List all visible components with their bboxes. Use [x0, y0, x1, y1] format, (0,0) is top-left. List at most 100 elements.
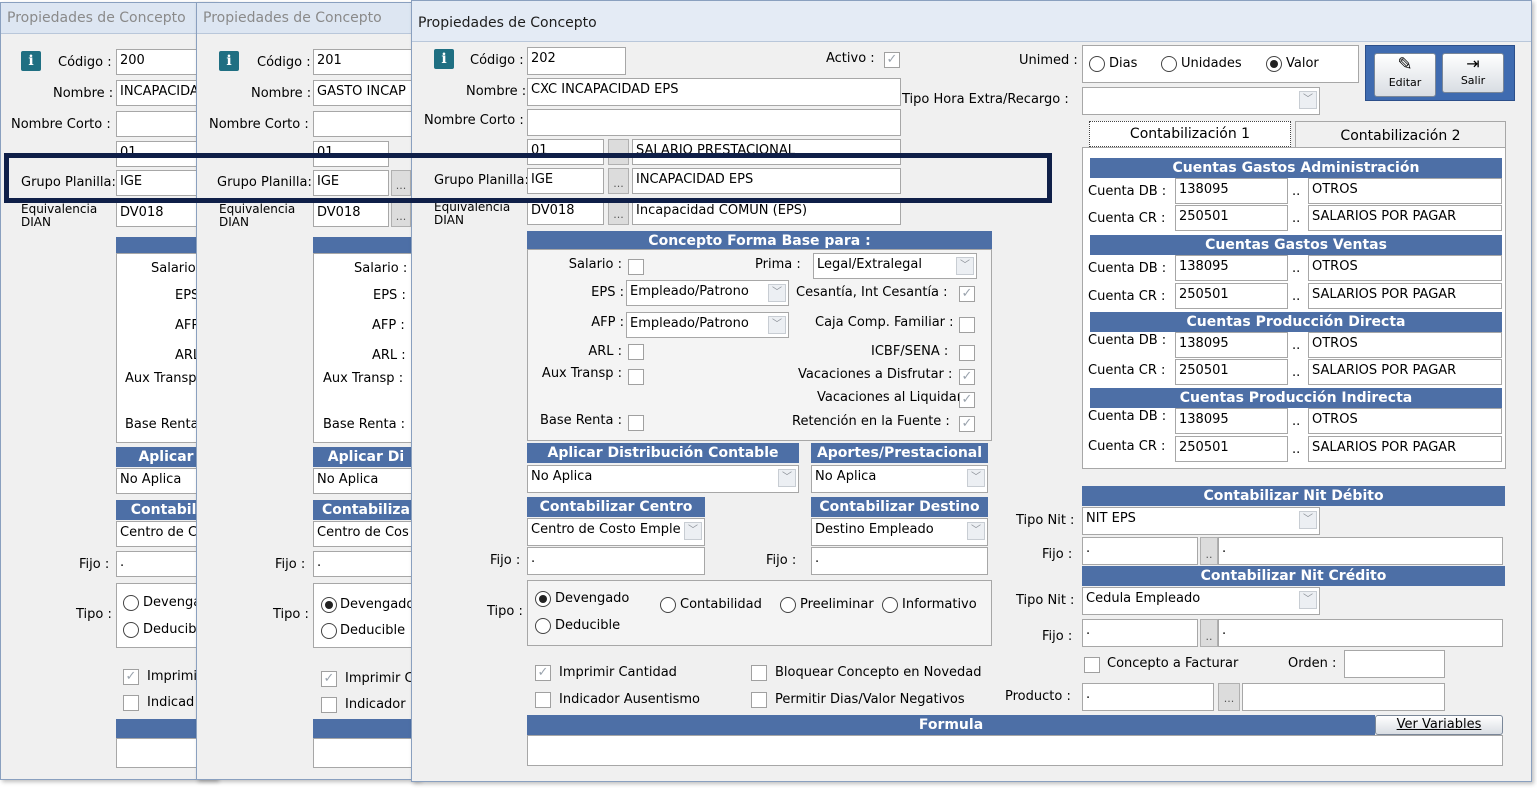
chevron-down-icon[interactable]: ﹀ — [768, 284, 786, 302]
producto-field[interactable]: . — [1082, 683, 1214, 711]
cuenta-db-lookup[interactable]: .. — [1292, 414, 1300, 429]
fijo-field[interactable]: . — [313, 551, 419, 577]
orden-field[interactable] — [1344, 650, 1445, 678]
chevron-down-icon[interactable]: ﹀ — [956, 257, 974, 275]
chevron-down-icon[interactable]: ﹀ — [1299, 511, 1317, 529]
tipo-informativo-radio[interactable] — [882, 597, 898, 613]
nit-debito-fijo-field[interactable]: . — [1082, 537, 1198, 565]
nombre-corto-field[interactable] — [527, 109, 901, 136]
cuenta-db-field[interactable]: 138095 — [1175, 332, 1288, 358]
unimed-unidades-radio[interactable] — [1161, 56, 1177, 72]
aux-transp-checkbox[interactable] — [628, 369, 644, 385]
info-icon[interactable]: i — [21, 51, 41, 71]
equivalencia-field[interactable]: DV018 — [313, 201, 389, 227]
afp-select[interactable]: Empleado/Patrono ﹀ — [626, 312, 789, 338]
tipo-deducible-radio[interactable] — [123, 622, 139, 638]
codigo-field[interactable]: 202 — [527, 47, 626, 75]
caja-checkbox[interactable] — [959, 317, 975, 333]
info-icon[interactable]: i — [434, 49, 454, 69]
unimed-dias-radio[interactable] — [1089, 56, 1105, 72]
concepto-facturar-checkbox[interactable] — [1084, 657, 1100, 673]
salir-button[interactable]: ⇥ Salir — [1442, 53, 1504, 93]
cesantia-checkbox[interactable]: ✓ — [959, 286, 975, 302]
cuenta-db-lookup[interactable]: .. — [1292, 184, 1300, 199]
indicador-label: Indicad — [147, 695, 195, 710]
arl-checkbox[interactable] — [628, 344, 644, 360]
nombre-corto-field[interactable] — [313, 111, 419, 137]
cuenta-cr-label: Cuenta CR : — [1088, 439, 1166, 454]
imprimir-checkbox[interactable]: ✓ — [123, 669, 139, 685]
cuenta-cr-lookup[interactable]: .. — [1292, 211, 1300, 226]
cuenta-db-lookup[interactable]: .. — [1292, 261, 1300, 276]
fijo2-field[interactable]: . — [811, 547, 988, 575]
indicador-checkbox[interactable] — [123, 695, 139, 711]
info-icon[interactable]: i — [219, 51, 239, 71]
codigo-field[interactable]: 201 — [313, 49, 419, 75]
unimed-valor-radio[interactable] — [1266, 56, 1282, 72]
aplicar-distribucion-select[interactable]: No Aplica ﹀ — [527, 465, 799, 493]
destino-select[interactable]: Destino Empleado ﹀ — [811, 518, 988, 546]
tipo-hora-select[interactable]: ﹀ — [1082, 87, 1320, 115]
vac-disfrutar-checkbox[interactable]: ✓ — [959, 369, 975, 385]
nombre-field[interactable]: GASTO INCAP — [313, 80, 419, 106]
equivalencia-lookup-button[interactable]: ... — [391, 201, 411, 227]
cuenta-db-lookup[interactable]: .. — [1292, 338, 1300, 353]
tab-contabilizacion-2[interactable]: Contabilización 2 — [1295, 121, 1506, 149]
imprimir-cantidad-checkbox[interactable]: ✓ — [535, 665, 551, 681]
indicador-ausentismo-checkbox[interactable] — [535, 692, 551, 708]
imprimir-checkbox[interactable]: ✓ — [321, 671, 337, 687]
cuenta-cr-lookup[interactable]: .. — [1292, 289, 1300, 304]
tipo-preeliminar-radio[interactable] — [780, 597, 796, 613]
tipo-devengado-radio[interactable] — [123, 595, 139, 611]
nit-debito-lookup-button[interactable]: .. — [1200, 537, 1218, 565]
producto-lookup-button[interactable]: ... — [1218, 683, 1240, 711]
permitir-negativos-checkbox[interactable] — [751, 692, 767, 708]
chevron-down-icon[interactable]: ﹀ — [778, 469, 796, 487]
cuenta-db-field[interactable]: 138095 — [1175, 408, 1288, 434]
nit-credito-fijo-field[interactable]: . — [1082, 619, 1198, 647]
cuenta-cr-field[interactable]: 250501 — [1175, 359, 1288, 385]
chevron-down-icon[interactable]: ﹀ — [768, 316, 786, 334]
editar-button[interactable]: ✎ Editar — [1374, 53, 1436, 97]
prima-select[interactable]: Legal/Extralegal ﹀ — [813, 253, 977, 279]
tipo-deducible-radio[interactable] — [535, 618, 551, 634]
indicador-checkbox[interactable] — [321, 697, 337, 713]
base-renta-checkbox[interactable] — [628, 415, 644, 431]
chevron-down-icon[interactable]: ﹀ — [967, 469, 985, 487]
aportes-select[interactable]: No Aplica ﹀ — [811, 465, 988, 493]
tipo-contabilidad-radio[interactable] — [660, 597, 676, 613]
centro-select[interactable]: Centro de Cos — [313, 521, 419, 547]
tipo-devengado-radio[interactable] — [321, 597, 337, 613]
chevron-down-icon[interactable]: ﹀ — [1299, 591, 1317, 609]
icbf-checkbox[interactable] — [959, 345, 975, 361]
vac-liquidar-checkbox[interactable]: ✓ — [959, 392, 975, 408]
cuenta-cr-field[interactable]: 250501 — [1175, 283, 1288, 309]
tipo-deducible-radio[interactable] — [321, 623, 337, 639]
chevron-down-icon[interactable]: ﹀ — [1299, 91, 1317, 109]
chevron-down-icon[interactable]: ﹀ — [967, 522, 985, 540]
nombre-field[interactable]: CXC INCAPACIDAD EPS — [527, 78, 901, 106]
centro-select[interactable]: Centro de Costo Emple ﹀ — [527, 518, 705, 546]
tipo-nit-credito-select[interactable]: Cedula Empleado ﹀ — [1082, 587, 1320, 615]
formula-field[interactable] — [313, 738, 419, 768]
cuenta-db-field[interactable]: 138095 — [1175, 178, 1288, 204]
ver-variables-button[interactable]: Ver Variables — [1375, 715, 1503, 735]
cuenta-cr-lookup[interactable]: .. — [1292, 365, 1300, 380]
aplicar-select[interactable]: No Aplica — [313, 468, 419, 494]
tab-contabilizacion-1[interactable]: Contabilización 1 — [1089, 121, 1291, 147]
cuenta-cr-field[interactable]: 250501 — [1175, 436, 1288, 462]
fijo-field[interactable]: . — [527, 547, 705, 575]
tipo-nit-debito-select[interactable]: NIT EPS ﹀ — [1082, 507, 1320, 535]
retencion-checkbox[interactable]: ✓ — [959, 416, 975, 432]
chevron-down-icon[interactable]: ﹀ — [684, 522, 702, 540]
cuenta-cr-field[interactable]: 250501 — [1175, 205, 1288, 231]
eps-select[interactable]: Empleado/Patrono ﹀ — [626, 280, 789, 306]
cuenta-cr-lookup[interactable]: .. — [1292, 442, 1300, 457]
nit-credito-lookup-button[interactable]: .. — [1200, 619, 1218, 647]
activo-checkbox[interactable]: ✓ — [884, 52, 900, 68]
salario-checkbox[interactable] — [628, 259, 644, 275]
bloquear-checkbox[interactable] — [751, 665, 767, 681]
cuenta-db-field[interactable]: 138095 — [1175, 255, 1288, 281]
tipo-devengado-radio[interactable] — [535, 591, 551, 607]
formula-field[interactable] — [527, 735, 1503, 766]
